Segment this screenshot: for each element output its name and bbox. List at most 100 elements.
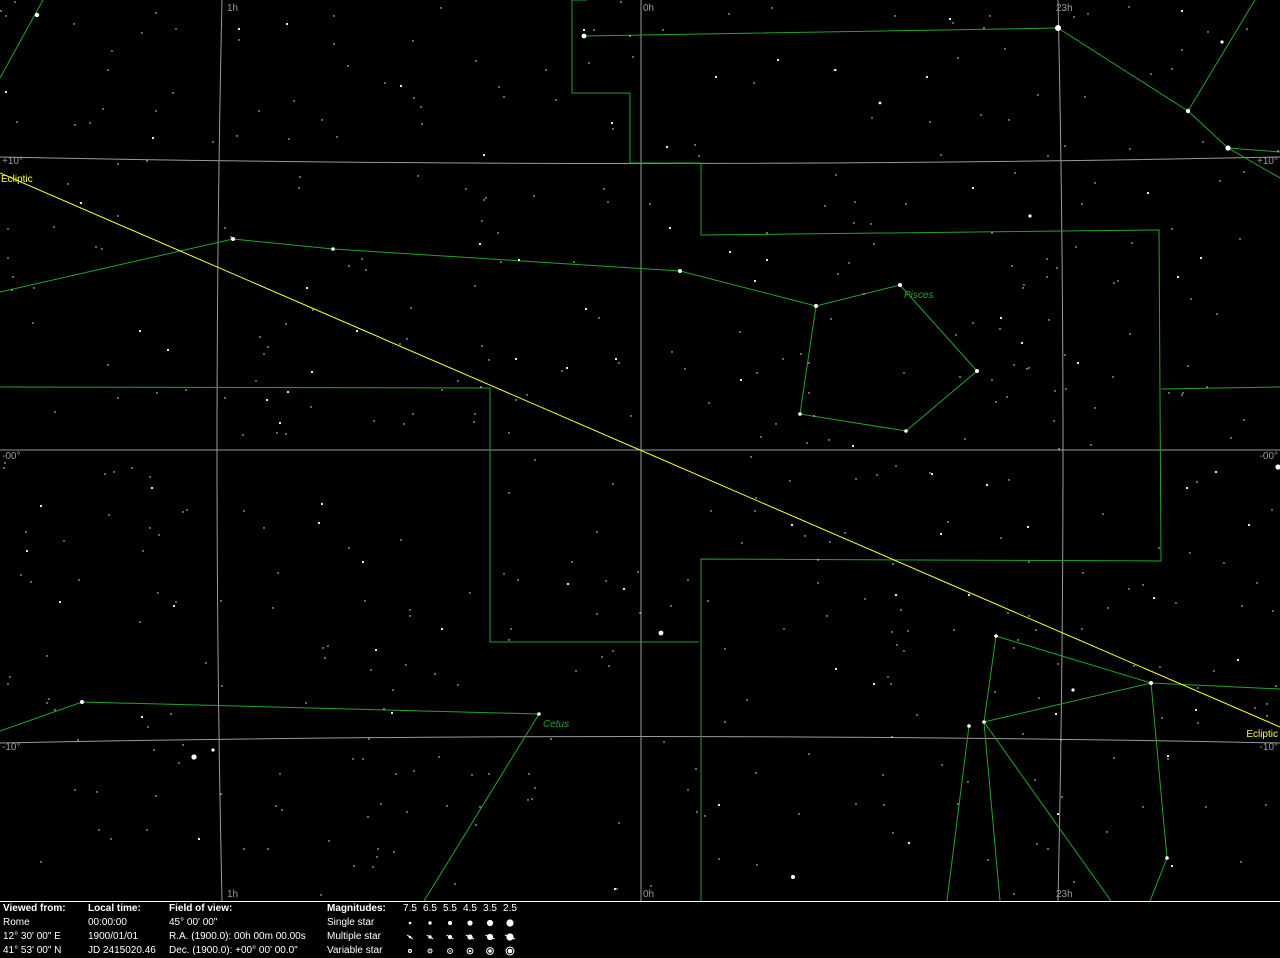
star (89, 122, 91, 124)
star (488, 359, 490, 361)
star (1023, 284, 1025, 286)
star (613, 887, 617, 891)
star (399, 84, 403, 88)
star (608, 665, 610, 667)
star (508, 492, 510, 494)
star (421, 123, 423, 125)
star (665, 145, 669, 149)
star (286, 390, 290, 394)
star (766, 232, 768, 234)
star (695, 768, 697, 770)
star (684, 368, 686, 370)
star (1149, 681, 1153, 685)
star (33, 287, 35, 289)
magnitudes-header: Magnitudes: (327, 903, 386, 914)
star (1176, 275, 1180, 279)
star (131, 467, 133, 469)
star (54, 709, 56, 711)
star (1128, 6, 1130, 8)
star (20, 574, 22, 576)
star (348, 265, 350, 267)
star (614, 357, 618, 361)
star (46, 655, 48, 657)
star (534, 787, 536, 789)
star (708, 402, 710, 404)
star (197, 837, 201, 841)
star (104, 473, 106, 475)
star (1102, 513, 1104, 515)
star (1047, 155, 1049, 157)
star (1180, 9, 1184, 13)
star (25, 549, 29, 553)
star (277, 572, 279, 574)
star (999, 316, 1003, 320)
star (220, 793, 222, 795)
star (1038, 697, 1040, 699)
star (1076, 361, 1080, 365)
star (806, 442, 808, 444)
star (1166, 754, 1170, 758)
star (441, 389, 443, 391)
star (95, 246, 97, 248)
star (566, 582, 570, 586)
star (1202, 141, 1204, 143)
star (475, 60, 477, 62)
star (854, 201, 856, 203)
star (754, 510, 756, 512)
star (662, 29, 664, 31)
star (1061, 796, 1063, 798)
star (500, 261, 502, 263)
sky-chart[interactable]: 1h 0h 23h 1h 0h 23h +10° +10° -00° -00° … (0, 0, 1280, 901)
star (175, 28, 177, 30)
star (481, 345, 483, 347)
star (111, 50, 113, 52)
julian-date-value: JD 2415020.46 (88, 945, 156, 956)
star (1197, 687, 1199, 689)
star (364, 600, 366, 602)
magnitude-symbol-core (449, 950, 451, 952)
star (955, 334, 957, 336)
star (991, 379, 993, 381)
star (1254, 707, 1256, 709)
star (639, 612, 641, 614)
star (471, 774, 473, 776)
star (756, 864, 758, 866)
star (312, 309, 314, 311)
star (367, 816, 369, 818)
local-time-header: Local time: (88, 903, 141, 914)
star (1007, 612, 1009, 614)
star (265, 398, 269, 402)
star (601, 656, 603, 658)
star (221, 685, 223, 687)
star (1075, 246, 1077, 248)
star (317, 521, 321, 525)
star (446, 805, 448, 807)
star (905, 203, 907, 205)
star (310, 370, 314, 374)
star (1008, 479, 1010, 481)
star (837, 273, 839, 275)
star (1057, 663, 1059, 665)
star (322, 647, 324, 649)
star (508, 639, 510, 641)
star (887, 676, 889, 678)
star (753, 279, 757, 283)
star (230, 236, 232, 238)
star (964, 438, 966, 440)
star (155, 795, 157, 797)
star (1142, 584, 1144, 586)
star (138, 329, 142, 333)
star (1056, 812, 1060, 816)
star (348, 547, 350, 549)
star (1081, 203, 1083, 205)
magnitude-symbol-bar (406, 934, 414, 940)
star (753, 82, 755, 84)
star (658, 630, 664, 636)
star (1037, 94, 1039, 96)
location-latitude: 41° 53' 00" N (3, 945, 62, 956)
star (972, 322, 974, 324)
star (1159, 666, 1161, 668)
star (817, 582, 819, 584)
star (1171, 68, 1173, 70)
star (101, 248, 103, 250)
